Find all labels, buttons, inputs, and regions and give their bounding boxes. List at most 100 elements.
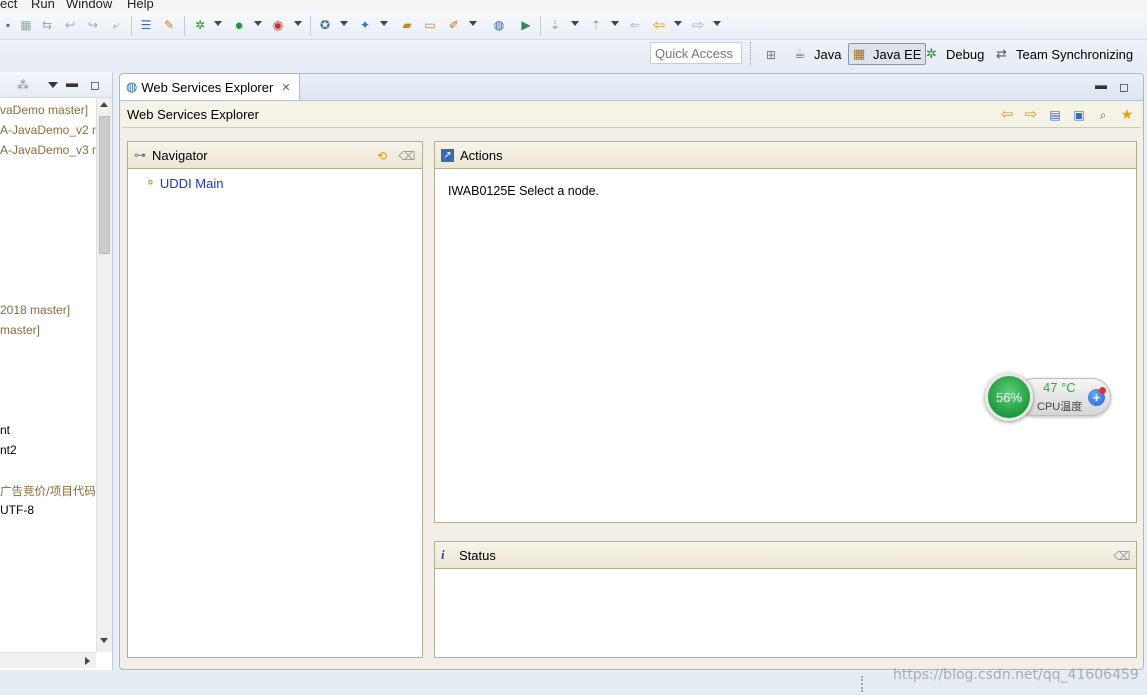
javaee-perspective-icon: ▦: [853, 46, 866, 61]
cpu-usage-percent: 56%: [995, 389, 1023, 405]
cpu-temperature-widget[interactable]: 56% 47 °C CPU温度 +: [985, 373, 1113, 421]
forward-dropdown-icon[interactable]: [713, 21, 721, 26]
new-java-icon[interactable]: ✦: [357, 17, 373, 33]
pen-icon[interactable]: ✐: [446, 17, 462, 33]
navigator-pane: ⊶ Navigator ⟲ ⌫ ⚬ UDDI Main: [127, 141, 423, 658]
perspective-debug-label: Debug: [946, 46, 985, 62]
web-services-explorer-header: Web Services Explorer ⇦ ⇨ ▤ ▣ ⌕ ★: [122, 102, 1141, 128]
menu-run[interactable]: Run: [31, 0, 55, 11]
perspective-java[interactable]: ☕ Java: [790, 43, 845, 65]
refresh-icon[interactable]: ⟲: [374, 148, 390, 164]
project-explorer-panel: ⁂ ▬ ◻ vaDemo master] A-JavaDemo_v2 n A-J…: [0, 72, 113, 670]
editor-tab-label: Web Services Explorer: [141, 79, 274, 95]
project-item[interactable]: A-JavaDemo_v2 n: [0, 123, 99, 137]
run-web-icon[interactable]: ▶: [518, 17, 534, 33]
close-tab-icon[interactable]: ✕: [281, 81, 290, 94]
pen-dropdown-icon[interactable]: [469, 21, 477, 26]
open-perspective-icon[interactable]: ⊞: [763, 47, 779, 63]
editor-maximize-icon[interactable]: ◻: [1116, 79, 1132, 95]
notification-dot: [1099, 387, 1106, 394]
menu-help[interactable]: Help: [127, 0, 154, 11]
project-explorer-horizontal-scrollbar[interactable]: [0, 652, 96, 668]
last-edit-icon[interactable]: ⇐: [627, 17, 643, 33]
tab-web-services-explorer[interactable]: ◍ Web Services Explorer ✕: [120, 74, 300, 100]
debug-icon[interactable]: ✲: [192, 17, 208, 33]
perspective-bar: ⊞ ☕ Java ▦ Java EE ✲ Debug ⇄ Team Synchr…: [0, 40, 1147, 70]
toolbar-icon-6[interactable]: ⤶: [108, 17, 124, 33]
next-annotation-dropdown-icon[interactable]: [571, 21, 579, 26]
run-icon[interactable]: ●: [231, 17, 247, 34]
tree-item-uddi-main[interactable]: ⚬ UDDI Main: [145, 175, 223, 191]
scroll-up-icon[interactable]: [100, 102, 108, 107]
scroll-down-icon[interactable]: [100, 638, 108, 643]
toolbar-separator: [310, 16, 311, 36]
toolbar-list-icon[interactable]: ☰: [138, 17, 154, 33]
prev-annotation-icon[interactable]: ⇡: [588, 17, 604, 33]
status-title: Status: [459, 547, 496, 563]
scrollbar-thumb[interactable]: [99, 116, 110, 254]
status-bar-grip: [861, 676, 864, 692]
globe-icon[interactable]: ◍: [491, 17, 507, 33]
favorites-icon[interactable]: ★: [1119, 106, 1135, 122]
scroll-right-icon[interactable]: [85, 657, 90, 665]
clear-icon[interactable]: ⌫: [399, 148, 416, 164]
perspective-javaee[interactable]: ▦ Java EE: [848, 43, 927, 65]
run-dropdown-icon[interactable]: [254, 21, 262, 26]
external-tools-dropdown-icon[interactable]: [294, 21, 302, 26]
toolbar-icon-2[interactable]: ▦: [18, 17, 34, 33]
external-tools-icon[interactable]: ◉: [270, 17, 286, 33]
maximize-icon[interactable]: ◻: [87, 77, 103, 93]
info-icon: i: [441, 547, 445, 562]
debug-dropdown-icon[interactable]: [214, 21, 222, 26]
project-item[interactable]: nt: [0, 423, 10, 437]
prev-annotation-dropdown-icon[interactable]: [611, 21, 619, 26]
forward-icon[interactable]: ⇨: [1023, 106, 1039, 123]
toolbar-icon-5[interactable]: ↪: [85, 17, 101, 33]
wsil-page-icon[interactable]: ▣: [1071, 107, 1087, 123]
project-explorer-header: ⁂ ▬ ◻: [0, 72, 112, 98]
project-item[interactable]: A-JavaDemo_v3 n: [0, 143, 99, 157]
wsdl-page-icon[interactable]: ⌕: [1095, 107, 1111, 123]
menu-window[interactable]: Window: [66, 0, 112, 11]
link-editor-icon[interactable]: ⁂: [15, 77, 31, 93]
project-item[interactable]: vaDemo master]: [0, 103, 88, 117]
perspective-team-sync[interactable]: ⇄ Team Synchronizing: [992, 43, 1137, 65]
toolbar-icon-1[interactable]: ▪: [0, 17, 16, 33]
toolbar-icon-4[interactable]: ↩: [62, 17, 78, 33]
uddi-page-icon[interactable]: ▤: [1047, 107, 1063, 123]
uddi-registry-icon: ⚬: [145, 175, 156, 190]
next-annotation-icon[interactable]: ⇣: [547, 17, 563, 33]
cpu-temperature: 47 °C: [1043, 380, 1076, 395]
toolbar-icon-3[interactable]: ⇆: [39, 17, 55, 33]
view-menu-icon[interactable]: [48, 82, 58, 88]
toolbar-format-icon[interactable]: ✎: [161, 17, 177, 33]
actions-icon: ↗: [441, 148, 454, 162]
clear-status-icon[interactable]: ⌫: [1114, 548, 1131, 564]
perspective-debug[interactable]: ✲ Debug: [922, 43, 988, 65]
open-type-icon[interactable]: ▰: [399, 17, 415, 33]
new-server-dropdown-icon[interactable]: [340, 21, 348, 26]
globe-icon: ◍: [126, 79, 138, 94]
project-item[interactable]: nt2: [0, 443, 17, 457]
project-item[interactable]: UTF-8: [0, 503, 34, 517]
project-item[interactable]: 2018 master]: [0, 303, 70, 317]
new-server-icon[interactable]: ✪: [317, 17, 333, 33]
project-explorer-vertical-scrollbar[interactable]: [96, 98, 112, 652]
forward-icon[interactable]: ⇨: [690, 17, 706, 34]
project-item[interactable]: master]: [0, 323, 40, 337]
actions-title: Actions: [460, 147, 503, 163]
new-java-dropdown-icon[interactable]: [380, 21, 388, 26]
quick-access-input[interactable]: [650, 42, 742, 64]
perspective-javaee-label: Java EE: [873, 46, 922, 62]
project-item[interactable]: 广告竞价/项目代码: [0, 483, 96, 499]
menu-project[interactable]: ect: [0, 0, 17, 11]
open-folder-icon[interactable]: ▭: [422, 17, 438, 33]
minimize-icon[interactable]: ▬: [64, 75, 80, 91]
back-icon[interactable]: ⇦: [651, 17, 667, 34]
back-dropdown-icon[interactable]: [674, 21, 682, 26]
actions-pane: ↗ Actions IWAB0125E Select a node.: [434, 141, 1137, 523]
perspective-separator: [750, 42, 751, 66]
editor-minimize-icon[interactable]: ▬: [1093, 77, 1109, 93]
back-icon[interactable]: ⇦: [999, 106, 1015, 123]
watermark: https://blog.csdn.net/qq_41606459: [893, 667, 1139, 683]
